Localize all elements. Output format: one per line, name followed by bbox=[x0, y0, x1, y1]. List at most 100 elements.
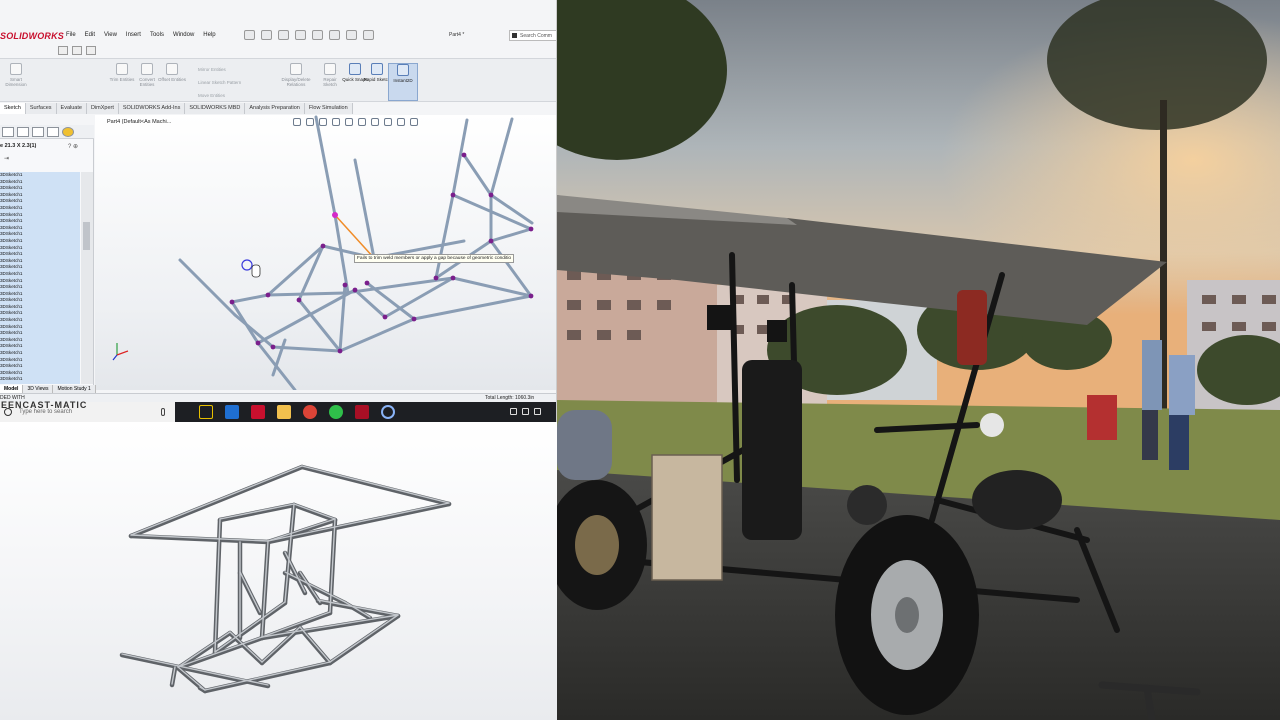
tree-item[interactable]: 3DSketch1 bbox=[0, 238, 80, 245]
autocad-icon[interactable] bbox=[199, 405, 213, 419]
whatsapp-icon[interactable] bbox=[329, 405, 343, 419]
smart-dimension-button[interactable]: Smart Dimension bbox=[2, 63, 30, 87]
recorder-icon[interactable] bbox=[381, 405, 395, 419]
tree-item[interactable]: 3DSketch1 bbox=[0, 218, 80, 225]
sketch-point[interactable] bbox=[528, 293, 534, 299]
sketch-point[interactable] bbox=[411, 316, 417, 322]
sketch-wireframe[interactable] bbox=[95, 115, 557, 390]
sketch-point[interactable] bbox=[450, 192, 456, 198]
solidworks-window-icon[interactable] bbox=[355, 405, 369, 419]
crosshair-icon[interactable] bbox=[47, 127, 59, 137]
tree-item[interactable]: 3DSketch1 bbox=[0, 172, 80, 179]
save-icon[interactable] bbox=[278, 30, 289, 40]
sketch-segment[interactable] bbox=[178, 258, 237, 317]
menu-file[interactable]: File bbox=[66, 32, 76, 38]
selected-sketch-point[interactable] bbox=[332, 212, 338, 218]
sketch-segment[interactable] bbox=[489, 193, 534, 225]
tab-dimxpert[interactable]: DimXpert bbox=[86, 103, 119, 114]
tab-evaluate[interactable]: Evaluate bbox=[56, 103, 87, 114]
window-icon[interactable] bbox=[72, 46, 82, 55]
tree-item[interactable]: 3DSketch1 bbox=[0, 291, 80, 298]
tree-item[interactable]: 3DSketch1 bbox=[0, 245, 80, 252]
sketch-point[interactable] bbox=[528, 226, 534, 232]
sketch-point[interactable] bbox=[270, 344, 276, 350]
sketch-segment[interactable] bbox=[353, 158, 376, 260]
sketch-segment[interactable] bbox=[338, 317, 416, 353]
menu-window[interactable]: Window bbox=[173, 32, 194, 38]
tree-item[interactable]: 3DSketch1 bbox=[0, 370, 80, 377]
sketch-segment[interactable] bbox=[314, 115, 337, 217]
file-explorer-icon[interactable] bbox=[277, 405, 291, 419]
graphics-area[interactable]: Part4 (Default<As Machi... Fails to trim… bbox=[95, 115, 557, 390]
sketch-point[interactable] bbox=[337, 348, 343, 354]
options-icon[interactable] bbox=[363, 30, 374, 40]
select-icon[interactable] bbox=[329, 30, 340, 40]
sketch-point[interactable] bbox=[342, 282, 348, 288]
trim-entities-button[interactable]: Trim Entities bbox=[108, 63, 136, 82]
tab-motion-study[interactable]: Motion Study 1 bbox=[53, 385, 96, 393]
tree-item[interactable]: 3DSketch1 bbox=[0, 297, 80, 304]
menu-edit[interactable]: Edit bbox=[85, 32, 95, 38]
display-delete-relations-button[interactable]: Display/Delete Relations bbox=[278, 63, 314, 87]
tree-item[interactable]: 3DSketch1 bbox=[0, 363, 80, 370]
print-icon[interactable] bbox=[295, 30, 306, 40]
tab-addins[interactable]: SOLIDWORKS Add-Ins bbox=[118, 103, 186, 114]
tab-surfaces[interactable]: Surfaces bbox=[25, 103, 57, 114]
tree-item[interactable]: 3DSketch1 bbox=[0, 304, 80, 311]
tree-item[interactable]: 3DSketch1 bbox=[0, 251, 80, 258]
convert-entities-button[interactable]: Convert Entities bbox=[133, 63, 161, 87]
scroll-thumb[interactable] bbox=[83, 222, 90, 250]
tree-item[interactable]: 3DSketch1 bbox=[0, 357, 80, 364]
help-icon[interactable]: ? ⊕ bbox=[68, 143, 78, 150]
chevron-up-icon[interactable] bbox=[522, 408, 529, 415]
sketch-segment[interactable] bbox=[462, 153, 493, 197]
sketch-segment[interactable] bbox=[230, 300, 260, 345]
sketch-point[interactable] bbox=[488, 192, 494, 198]
offset-entities-button[interactable]: Offset Entities bbox=[158, 63, 186, 82]
sketch-point[interactable] bbox=[265, 292, 271, 298]
tree-item[interactable]: 3DSketch1 bbox=[0, 278, 80, 285]
sketch-point[interactable] bbox=[364, 280, 370, 286]
tree-item[interactable]: 3DSketch1 bbox=[0, 330, 80, 337]
rebuild-icon[interactable] bbox=[346, 30, 357, 40]
people-icon[interactable] bbox=[510, 408, 517, 415]
linear-pattern-button[interactable]: Linear Sketch Pattern bbox=[198, 80, 241, 85]
tree-item[interactable]: 3DSketch1 bbox=[0, 310, 80, 317]
sketch-segment[interactable] bbox=[230, 293, 270, 304]
open-icon[interactable] bbox=[261, 30, 272, 40]
menu-view[interactable]: View bbox=[104, 32, 117, 38]
sketch-segment[interactable] bbox=[489, 117, 514, 197]
tree-item[interactable]: 3DSketch1 bbox=[0, 205, 80, 212]
network-icon[interactable] bbox=[534, 408, 541, 415]
tree-item[interactable]: 3DSketch1 bbox=[0, 212, 80, 219]
property-manager-icon[interactable] bbox=[17, 127, 29, 137]
repair-sketch-button[interactable]: Repair Sketch bbox=[316, 63, 344, 87]
tree-item[interactable]: 3DSketch1 bbox=[0, 179, 80, 186]
tree-item[interactable]: 3DSketch1 bbox=[0, 264, 80, 271]
feature-tree-icon[interactable] bbox=[2, 127, 14, 137]
search-commands-input[interactable]: Search Comm bbox=[509, 30, 556, 41]
sketch-point[interactable] bbox=[255, 340, 261, 346]
instant2d-button[interactable]: Instant2D bbox=[388, 63, 418, 101]
sketch-point[interactable] bbox=[488, 238, 494, 244]
sketch-point[interactable] bbox=[433, 275, 439, 281]
tab-model[interactable]: Model bbox=[0, 385, 24, 393]
sketch-point[interactable] bbox=[461, 152, 467, 158]
undo-icon[interactable] bbox=[312, 30, 323, 40]
new-icon[interactable] bbox=[244, 30, 255, 40]
sketch-point[interactable] bbox=[320, 243, 326, 249]
tree-scrollbar[interactable] bbox=[81, 172, 93, 384]
sketch-segment[interactable] bbox=[412, 294, 533, 321]
sketch-segment[interactable] bbox=[434, 193, 455, 280]
tree-item[interactable]: 3DSketch1 bbox=[0, 343, 80, 350]
taskbar-search-box[interactable]: EENCAST-MATIC Type here to search bbox=[0, 401, 175, 422]
sketch-point[interactable] bbox=[382, 314, 388, 320]
tree-item[interactable]: 3DSketch1 bbox=[0, 376, 80, 383]
sketch-segment-list[interactable]: 3DSketch1 3DSketch1 3DSketch1 3DSketch1 3DSk… bbox=[0, 172, 80, 384]
tree-item[interactable]: 3DSketch1 bbox=[0, 337, 80, 344]
sketch-segment[interactable] bbox=[338, 283, 347, 353]
mirror-entities-button[interactable]: Mirror Entities bbox=[198, 67, 226, 72]
sketch-segment[interactable] bbox=[297, 244, 325, 302]
tree-item[interactable]: 3DSketch1 bbox=[0, 192, 80, 199]
tree-item[interactable]: 3DSketch1 bbox=[0, 317, 80, 324]
